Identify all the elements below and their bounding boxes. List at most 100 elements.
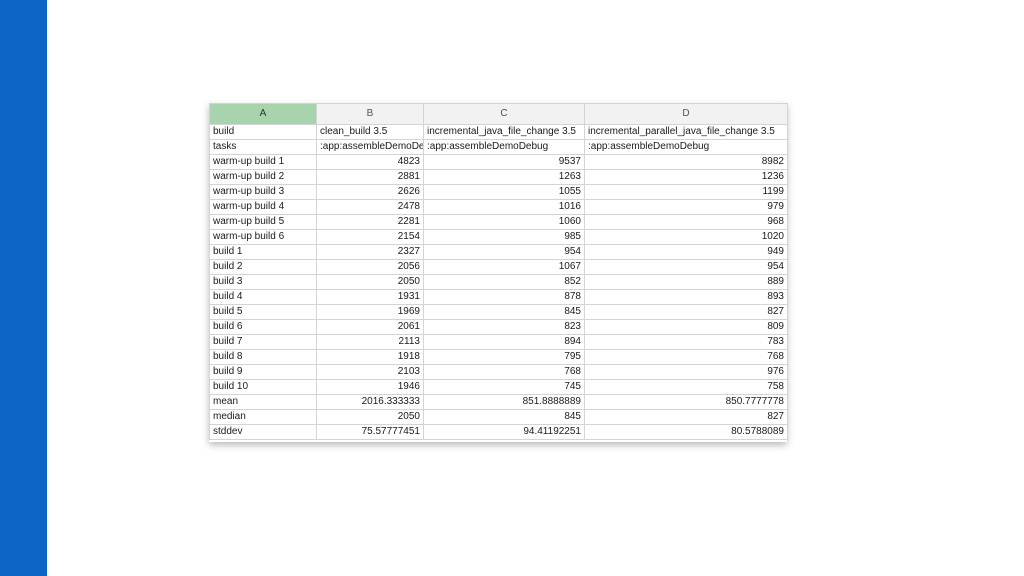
table-row: build 8 1918 795 768	[209, 349, 788, 365]
column-header-a[interactable]: A	[209, 103, 317, 125]
cell-a[interactable]: build 1	[209, 244, 317, 260]
cell-c[interactable]: 954	[423, 244, 585, 260]
table-row: build clean_build 3.5 incremental_java_fil…	[209, 124, 788, 140]
cell-b[interactable]: 2327	[316, 244, 424, 260]
cell-b[interactable]: 2056	[316, 259, 424, 275]
table-row: build 9 2103 768 976	[209, 364, 788, 380]
cell-c[interactable]: 1060	[423, 214, 585, 230]
cell-b[interactable]: 4823	[316, 154, 424, 170]
cell-d[interactable]: 850.7777778	[584, 394, 788, 410]
cell-b[interactable]: 1946	[316, 379, 424, 395]
cell-c[interactable]: 1263	[423, 169, 585, 185]
column-header-d[interactable]: D	[584, 103, 788, 125]
cell-a[interactable]: warm-up build 1	[209, 154, 317, 170]
cell-c[interactable]: 845	[423, 304, 585, 320]
cell-d[interactable]: 979	[584, 199, 788, 215]
cell-c[interactable]: 745	[423, 379, 585, 395]
cell-b[interactable]: 75.57777451	[316, 424, 424, 440]
cell-b[interactable]: 2050	[316, 274, 424, 290]
cell-a[interactable]: build 9	[209, 364, 317, 380]
cell-c[interactable]: 768	[423, 364, 585, 380]
cell-d[interactable]: 8982	[584, 154, 788, 170]
cell-a[interactable]: build 3	[209, 274, 317, 290]
cell-a[interactable]: mean	[209, 394, 317, 410]
left-accent-bar	[0, 0, 47, 576]
cell-b[interactable]: 1969	[316, 304, 424, 320]
cell-a[interactable]: warm-up build 4	[209, 199, 317, 215]
cell-c[interactable]: 985	[423, 229, 585, 245]
cell-c[interactable]: :app:assembleDemoDebug	[423, 139, 585, 155]
table-row: build 5 1969 845 827	[209, 304, 788, 320]
cell-a[interactable]: warm-up build 2	[209, 169, 317, 185]
cell-d[interactable]: 889	[584, 274, 788, 290]
cell-c[interactable]: incremental_java_file_change 3.5	[423, 124, 585, 140]
cell-b[interactable]: clean_build 3.5	[316, 124, 424, 140]
cell-d[interactable]: 1199	[584, 184, 788, 200]
cell-d[interactable]: 893	[584, 289, 788, 305]
table-row: warm-up build 5 2281 1060 968	[209, 214, 788, 230]
cell-c[interactable]: 94.41192251	[423, 424, 585, 440]
table-row: mean 2016.333333 851.8888889 850.7777778	[209, 394, 788, 410]
cell-d[interactable]: 949	[584, 244, 788, 260]
cell-d[interactable]: 827	[584, 304, 788, 320]
cell-d[interactable]: 1236	[584, 169, 788, 185]
cell-d[interactable]: :app:assembleDemoDebug	[584, 139, 788, 155]
cell-b[interactable]: 1918	[316, 349, 424, 365]
cell-d[interactable]: 758	[584, 379, 788, 395]
cell-a[interactable]: median	[209, 409, 317, 425]
cell-c[interactable]: 823	[423, 319, 585, 335]
cell-d[interactable]: 968	[584, 214, 788, 230]
cell-a[interactable]: tasks	[209, 139, 317, 155]
cell-b[interactable]: 2154	[316, 229, 424, 245]
cell-c[interactable]: 1055	[423, 184, 585, 200]
cell-a[interactable]: build 10	[209, 379, 317, 395]
cell-a[interactable]: build 2	[209, 259, 317, 275]
cell-b[interactable]: 2103	[316, 364, 424, 380]
table-row: warm-up build 4 2478 1016 979	[209, 199, 788, 215]
cell-b[interactable]: 2626	[316, 184, 424, 200]
cell-d[interactable]: 1020	[584, 229, 788, 245]
cell-a[interactable]: build	[209, 124, 317, 140]
cell-b[interactable]: 2113	[316, 334, 424, 350]
cell-a[interactable]: warm-up build 3	[209, 184, 317, 200]
cell-d[interactable]: 976	[584, 364, 788, 380]
cell-c[interactable]: 795	[423, 349, 585, 365]
cell-c[interactable]: 852	[423, 274, 585, 290]
cell-c[interactable]: 1016	[423, 199, 585, 215]
cell-d[interactable]: incremental_parallel_java_file_change 3.…	[584, 124, 788, 140]
cell-c[interactable]: 9537	[423, 154, 585, 170]
cell-b[interactable]: 2281	[316, 214, 424, 230]
column-header-c[interactable]: C	[423, 103, 585, 125]
cell-b[interactable]: 2016.333333	[316, 394, 424, 410]
cell-d[interactable]: 954	[584, 259, 788, 275]
cell-a[interactable]: build 5	[209, 304, 317, 320]
table-row: warm-up build 2 2881 1263 1236	[209, 169, 788, 185]
spreadsheet-body: build clean_build 3.5 incremental_java_fil…	[209, 124, 788, 440]
cell-a[interactable]: build 7	[209, 334, 317, 350]
cell-c[interactable]: 878	[423, 289, 585, 305]
cell-d[interactable]: 80.5788089	[584, 424, 788, 440]
cell-c[interactable]: 845	[423, 409, 585, 425]
cell-d[interactable]: 783	[584, 334, 788, 350]
cell-a[interactable]: build 8	[209, 349, 317, 365]
cell-a[interactable]: warm-up build 6	[209, 229, 317, 245]
cell-a[interactable]: warm-up build 5	[209, 214, 317, 230]
cell-c[interactable]: 894	[423, 334, 585, 350]
cell-d[interactable]: 809	[584, 319, 788, 335]
column-header-b[interactable]: B	[316, 103, 424, 125]
cell-b[interactable]: 2050	[316, 409, 424, 425]
cell-a[interactable]: build 4	[209, 289, 317, 305]
cell-c[interactable]: 851.8888889	[423, 394, 585, 410]
cell-c[interactable]: 1067	[423, 259, 585, 275]
table-row: warm-up build 1 4823 9537 8982	[209, 154, 788, 170]
cell-b[interactable]: :app:assembleDemoDebug	[316, 139, 424, 155]
cell-b[interactable]: 2881	[316, 169, 424, 185]
cell-b[interactable]: 2061	[316, 319, 424, 335]
cell-d[interactable]: 827	[584, 409, 788, 425]
cell-b[interactable]: 2478	[316, 199, 424, 215]
cell-d[interactable]: 768	[584, 349, 788, 365]
table-row: warm-up build 3 2626 1055 1199	[209, 184, 788, 200]
cell-a[interactable]: stddev	[209, 424, 317, 440]
cell-b[interactable]: 1931	[316, 289, 424, 305]
cell-a[interactable]: build 6	[209, 319, 317, 335]
